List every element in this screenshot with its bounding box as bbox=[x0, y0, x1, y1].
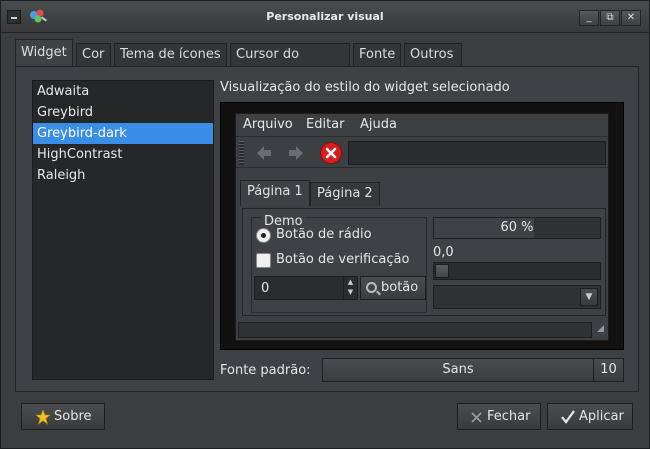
chevron-down-icon[interactable]: ▼ bbox=[580, 288, 598, 306]
menu-arquivo[interactable]: Arquivo bbox=[243, 117, 293, 132]
minimize-button[interactable]: _ bbox=[579, 10, 599, 26]
progress-text: 60 % bbox=[500, 220, 534, 235]
statusbar bbox=[236, 320, 608, 340]
font-name: Sans bbox=[442, 362, 474, 377]
font-label: Fonte padrão: bbox=[220, 363, 311, 378]
radio-label[interactable]: Botão de rádio bbox=[276, 227, 372, 242]
radio-button[interactable] bbox=[256, 228, 271, 243]
star-icon bbox=[35, 409, 51, 425]
titlebar: Personalizar visual _ ⧉ ✕ bbox=[1, 1, 649, 33]
menu-editar[interactable]: Editar bbox=[306, 117, 345, 132]
tab-outros[interactable]: Outros bbox=[404, 43, 462, 67]
search-button[interactable]: botão bbox=[360, 276, 426, 300]
combo-box[interactable]: ▼ bbox=[433, 285, 601, 309]
spin-value: 0 bbox=[261, 281, 270, 296]
maximize-button[interactable]: ⧉ bbox=[600, 10, 620, 26]
arrow-right-icon[interactable] bbox=[286, 143, 306, 163]
list-item[interactable]: Adwaita bbox=[33, 81, 213, 102]
close-button[interactable]: Fechar bbox=[457, 403, 541, 430]
tab-tema-de-icones[interactable]: Tema de ícones bbox=[114, 43, 227, 67]
preview-window: Arquivo Editar Ajuda Página 1 Página 2 D… bbox=[235, 113, 609, 341]
tab-widget[interactable]: Widget bbox=[15, 39, 73, 67]
scale-slider[interactable] bbox=[433, 262, 601, 280]
theme-list[interactable]: Adwaita Greybird Greybird-dark HighContr… bbox=[32, 80, 214, 380]
checkbox-label[interactable]: Botão de verificação bbox=[276, 252, 409, 267]
list-item[interactable]: Greybird-dark bbox=[33, 123, 213, 144]
window-title: Personalizar visual bbox=[266, 10, 384, 23]
close-window-button[interactable]: ✕ bbox=[621, 10, 641, 26]
slider-handle[interactable] bbox=[435, 264, 449, 278]
list-item[interactable]: HighContrast bbox=[33, 144, 213, 165]
demo-frame: Demo Botão de rádio Botão de verificação… bbox=[251, 214, 427, 313]
demo-right-column: 60 % 0,0 ▼ bbox=[433, 217, 601, 313]
widget-panel: Adwaita Greybird Greybird-dark HighContr… bbox=[15, 66, 639, 392]
close-icon bbox=[471, 412, 482, 423]
list-item[interactable]: Greybird bbox=[33, 102, 213, 123]
tab-pagina-1[interactable]: Página 1 bbox=[240, 180, 310, 206]
apply-button-label: Aplicar bbox=[579, 409, 624, 424]
spin-button[interactable]: 0 ▲ ▼ bbox=[254, 276, 358, 300]
apply-button[interactable]: Aplicar bbox=[547, 403, 633, 430]
preview-toolbar bbox=[236, 136, 608, 168]
font-size: 10 bbox=[593, 359, 623, 381]
tab-cursor-do-mouse[interactable]: Cursor do mouse bbox=[230, 43, 350, 84]
window: Personalizar visual _ ⧉ ✕ Widget Cor Tem… bbox=[0, 0, 650, 449]
list-item[interactable]: Raleigh bbox=[33, 165, 213, 186]
about-button[interactable]: Sobre bbox=[21, 403, 105, 430]
notebook-panel: Demo Botão de rádio Botão de verificação… bbox=[242, 208, 606, 316]
toolbar-entry[interactable] bbox=[348, 141, 606, 165]
font-picker-button[interactable]: Sans 10 bbox=[322, 358, 624, 382]
preview-frame: Arquivo Editar Ajuda Página 1 Página 2 D… bbox=[220, 102, 624, 350]
about-button-label: Sobre bbox=[54, 409, 92, 424]
search-button-label: botão bbox=[381, 280, 419, 295]
status-field bbox=[238, 322, 592, 338]
arrow-left-icon[interactable] bbox=[254, 143, 274, 163]
tab-cor[interactable]: Cor bbox=[76, 43, 111, 67]
spin-arrows-icon[interactable]: ▲ ▼ bbox=[343, 277, 357, 299]
menu-ajuda[interactable]: Ajuda bbox=[360, 117, 397, 132]
stop-icon[interactable] bbox=[320, 142, 342, 164]
check-icon bbox=[561, 410, 575, 424]
resize-grip-icon[interactable] bbox=[597, 325, 604, 332]
close-button-label: Fechar bbox=[487, 409, 531, 424]
tab-pagina-2[interactable]: Página 2 bbox=[310, 182, 380, 206]
tab-fonte[interactable]: Fonte bbox=[353, 43, 401, 67]
toolbar-grip-icon[interactable] bbox=[239, 141, 244, 165]
search-icon bbox=[366, 282, 377, 293]
preview-label: Visualização do estilo do widget selecio… bbox=[220, 80, 510, 95]
preview-menubar: Arquivo Editar Ajuda bbox=[236, 114, 608, 136]
scale-value-label: 0,0 bbox=[433, 245, 454, 260]
progress-bar: 60 % bbox=[433, 217, 601, 239]
checkbox[interactable] bbox=[256, 253, 271, 268]
